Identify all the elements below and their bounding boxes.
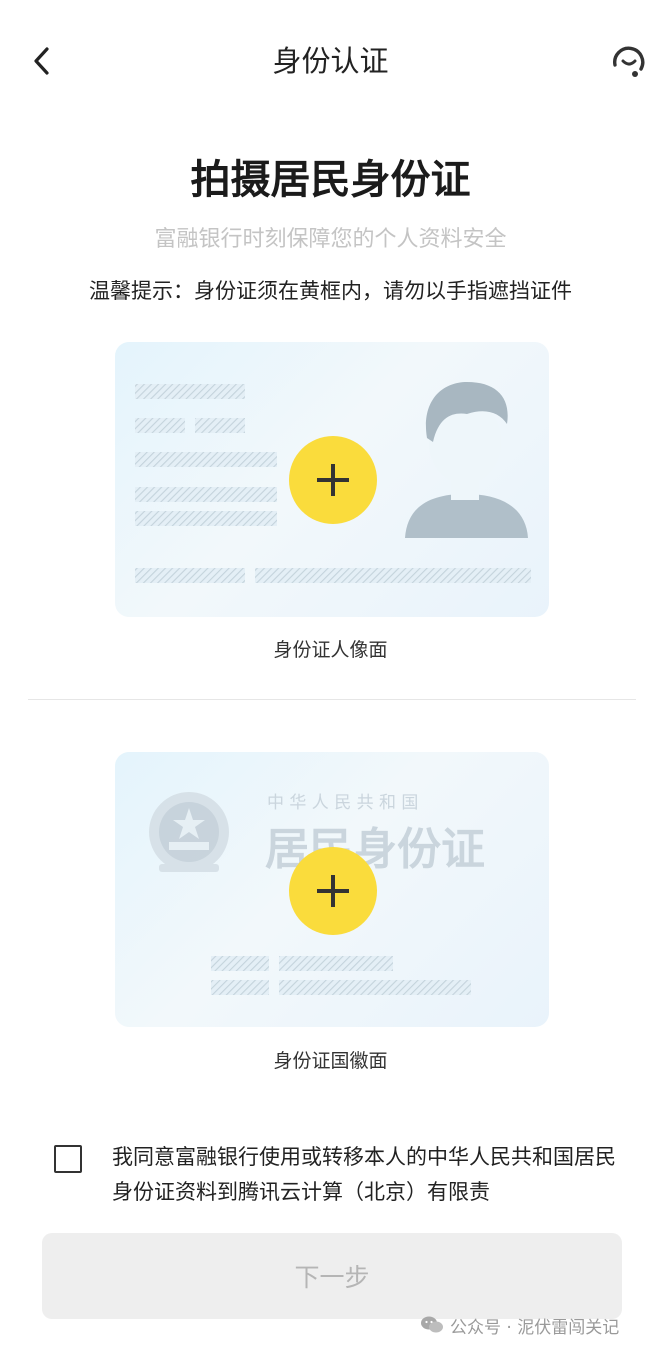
add-emblem-button[interactable] [289,847,377,935]
plus-icon [317,464,349,496]
customer-service-icon [613,46,645,77]
text-line-placeholder [279,956,393,971]
page-title: 身份认证 [272,44,389,78]
emblem-side-caption: 身份证国徽面 [273,1050,388,1072]
text-line-placeholder [135,487,277,502]
top-nav-bar: 身份认证 [0,0,661,120]
portrait-side-caption: 身份证人像面 [273,639,388,661]
portrait-avatar-icon [405,382,528,538]
section-divider [28,699,636,700]
text-line-placeholder [135,384,245,399]
text-line-placeholder [135,418,185,433]
customer-service-button[interactable] [606,38,652,84]
add-portrait-button[interactable] [289,436,377,524]
consent-checkbox[interactable] [54,1145,82,1173]
wechat-icon [421,1316,443,1333]
text-line-placeholder [135,452,277,467]
security-subtitle: 富融银行时刻保障您的个人资料安全 [154,227,507,252]
text-line-placeholder [279,980,471,995]
consent-text: 我同意富融银行使用或转移本人的中华人民共和国居民身份证资料到腾讯云计算（北京）有… [112,1145,616,1204]
main-heading: 拍摄居民身份证 [190,157,471,203]
card-header-small: 中 华 人 民 共 和 国 [267,793,418,813]
national-emblem-icon [149,792,229,872]
text-line-placeholder [135,568,245,583]
text-line-placeholder [211,980,269,995]
text-line-placeholder [135,511,277,526]
watermark: 公众号 · 泥伏雷闯关记 [420,1310,619,1340]
text-line-placeholder [195,418,245,433]
hint-text: 温馨提示：身份证须在黄框内，请勿以手指遮挡证件 [89,279,572,303]
watermark-text: 公众号 · 泥伏雷闯关记 [450,1317,620,1338]
next-step-button[interactable]: 下一步 [42,1233,622,1319]
plus-icon [317,875,349,907]
text-line-placeholder [211,956,269,971]
text-line-placeholder [255,568,531,583]
